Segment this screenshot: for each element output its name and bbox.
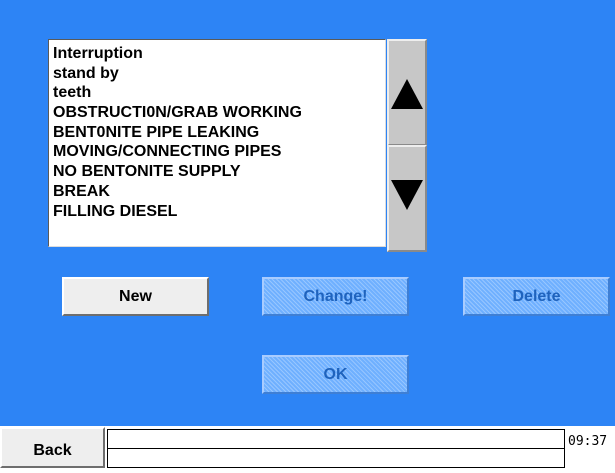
scroll-down-button[interactable] xyxy=(387,145,427,252)
main-panel: Interruption stand by teeth OBSTRUCTI0N/… xyxy=(0,0,615,426)
ok-button[interactable]: OK xyxy=(262,355,409,394)
message-field xyxy=(107,429,565,468)
list-item[interactable]: BREAK xyxy=(53,182,385,202)
list-item[interactable]: teeth xyxy=(53,83,385,103)
list-item[interactable]: FILLING DIESEL xyxy=(53,202,385,222)
message-divider xyxy=(108,448,564,449)
delete-button[interactable]: Delete xyxy=(463,277,610,316)
reason-list[interactable]: Interruption stand by teeth OBSTRUCTI0N/… xyxy=(48,39,386,247)
list-item[interactable]: MOVING/CONNECTING PIPES xyxy=(53,142,385,162)
scroll-up-button[interactable] xyxy=(387,39,427,146)
back-button[interactable]: Back xyxy=(0,427,105,468)
list-item[interactable]: BENT0NITE PIPE LEAKING xyxy=(53,123,385,143)
triangle-up-icon xyxy=(391,79,423,109)
list-item[interactable]: stand by xyxy=(53,64,385,84)
triangle-down-icon xyxy=(391,180,423,210)
list-item[interactable]: Interruption xyxy=(53,44,385,64)
change-button[interactable]: Change! xyxy=(262,277,409,316)
clock: 09:37 xyxy=(568,434,608,449)
reason-list-items: Interruption stand by teeth OBSTRUCTI0N/… xyxy=(49,40,385,221)
new-button[interactable]: New xyxy=(62,277,209,316)
list-item[interactable]: OBSTRUCTI0N/GRAB WORKING xyxy=(53,103,385,123)
list-item[interactable]: NO BENTONITE SUPPLY xyxy=(53,162,385,182)
